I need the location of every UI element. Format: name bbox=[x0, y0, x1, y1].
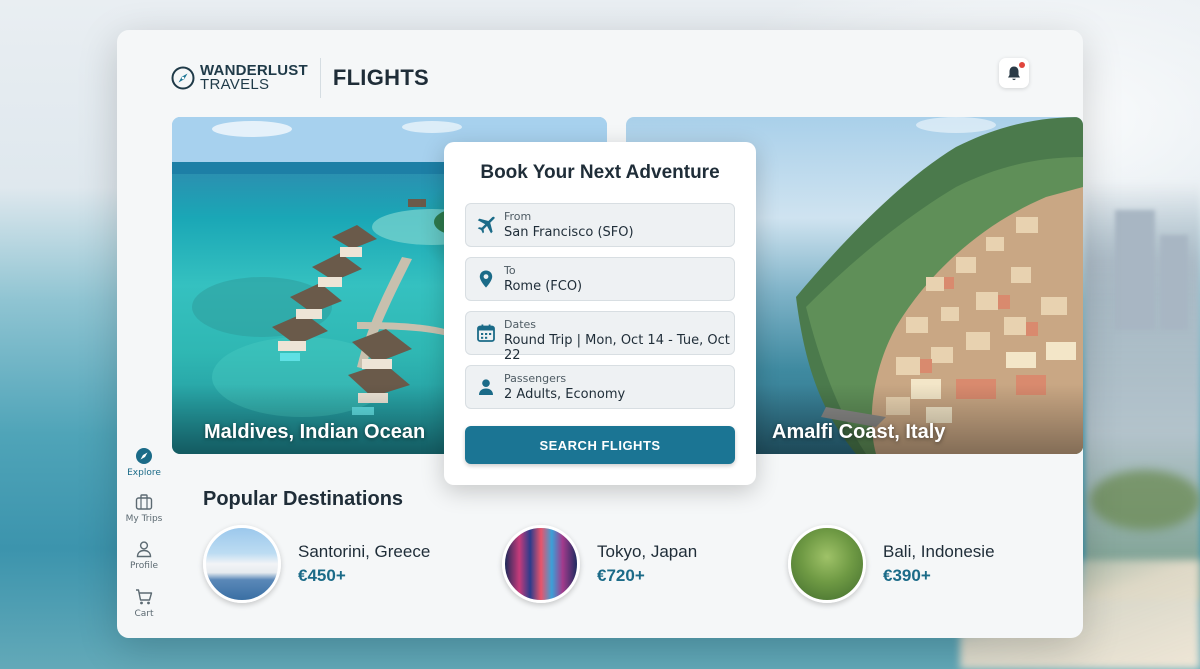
nav-item-profile[interactable]: Profile bbox=[117, 540, 171, 586]
search-flights-button[interactable]: SEARCH FLIGHTS bbox=[465, 426, 735, 464]
field-value: Rome (FCO) bbox=[504, 279, 583, 294]
person-icon bbox=[136, 541, 152, 558]
destination-text: Bali, Indonesie €390+ bbox=[883, 542, 995, 586]
destination-name: Bali, Indonesie bbox=[883, 542, 995, 561]
popular-destinations-title: Popular Destinations bbox=[203, 488, 404, 510]
field-value: Round Trip | Mon, Oct 14 - Tue, Oct 22 bbox=[504, 333, 730, 363]
field-value: 2 Adults, Economy bbox=[504, 387, 626, 402]
brand-logo[interactable]: WANDERLUST TRAVELS FLIGHTS bbox=[171, 58, 429, 98]
brand-name: WANDERLUST TRAVELS bbox=[200, 63, 308, 93]
nav-item-cart[interactable]: Cart bbox=[117, 588, 171, 634]
cart-icon bbox=[136, 589, 153, 605]
booking-card: Book Your Next Adventure From San Franci… bbox=[444, 142, 756, 485]
background-tower bbox=[1115, 210, 1155, 330]
hero-label: Maldives, Indian Ocean bbox=[204, 421, 426, 443]
background-trees bbox=[1090, 470, 1200, 530]
location-pin-icon bbox=[479, 270, 493, 288]
destination-name: Tokyo, Japan bbox=[597, 542, 698, 561]
background-tower bbox=[1160, 235, 1188, 330]
to-field[interactable]: To Rome (FCO) bbox=[465, 257, 735, 301]
airplane-icon bbox=[477, 216, 495, 234]
field-label: To bbox=[504, 264, 516, 277]
compass-icon bbox=[136, 448, 152, 464]
booking-title: Book Your Next Adventure bbox=[480, 162, 720, 183]
destination-name: Santorini, Greece bbox=[298, 542, 431, 561]
field-label: From bbox=[504, 210, 532, 223]
side-navigation: Explore My Trips Profile Cart bbox=[117, 435, 171, 638]
nav-label: Explore bbox=[127, 468, 161, 478]
destination-tokyo[interactable]: Tokyo, Japan €720+ bbox=[502, 524, 697, 604]
app-window: WANDERLUST TRAVELS FLIGHTS Maldives, Ind… bbox=[117, 30, 1083, 638]
nav-label: Cart bbox=[134, 609, 154, 619]
header-divider bbox=[319, 58, 321, 98]
nav-label: My Trips bbox=[125, 514, 163, 524]
passengers-field[interactable]: Passengers 2 Adults, Economy bbox=[465, 365, 735, 409]
destination-price: €390+ bbox=[883, 566, 931, 585]
destination-santorini[interactable]: Santorini, Greece €450+ bbox=[203, 524, 430, 604]
notifications-button[interactable] bbox=[999, 58, 1029, 88]
field-label: Passengers bbox=[504, 372, 567, 385]
notification-dot bbox=[1019, 62, 1025, 68]
hero-label: Amalfi Coast, Italy bbox=[772, 421, 946, 443]
page-title: FLIGHTS bbox=[332, 65, 430, 90]
field-label: Dates bbox=[504, 318, 537, 331]
destination-image bbox=[788, 525, 866, 603]
nav-item-my-trips[interactable]: My Trips bbox=[117, 493, 171, 539]
person-icon bbox=[479, 379, 493, 395]
nav-label: Profile bbox=[130, 561, 158, 571]
destination-bali[interactable]: Bali, Indonesie €390+ bbox=[788, 524, 995, 604]
destination-price: €450+ bbox=[298, 566, 346, 585]
destination-text: Tokyo, Japan €720+ bbox=[597, 542, 697, 586]
destination-price: €720+ bbox=[597, 566, 645, 585]
brand-line-2: TRAVELS bbox=[200, 76, 270, 93]
from-field[interactable]: From San Francisco (SFO) bbox=[465, 203, 735, 247]
suitcase-icon bbox=[135, 494, 153, 510]
compass-icon bbox=[171, 66, 195, 90]
dates-field[interactable]: Dates Round Trip | Mon, Oct 14 - Tue, Oc… bbox=[465, 311, 735, 363]
destination-image bbox=[502, 525, 580, 603]
destination-text: Santorini, Greece €450+ bbox=[298, 542, 430, 586]
field-value: San Francisco (SFO) bbox=[504, 225, 634, 240]
nav-item-explore[interactable]: Explore bbox=[117, 447, 171, 493]
calendar-icon bbox=[477, 324, 495, 342]
destination-image bbox=[203, 525, 281, 603]
